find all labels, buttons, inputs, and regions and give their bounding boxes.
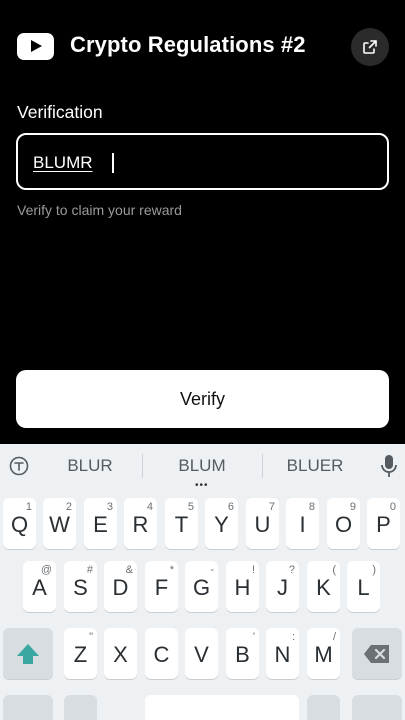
key-label: L [357, 575, 370, 600]
key-f[interactable]: * F [145, 561, 178, 612]
shift-arrow-icon [17, 644, 39, 664]
suggestion-2[interactable]: BLUM [152, 456, 252, 476]
key-c[interactable]: C [145, 628, 178, 679]
enter-key[interactable] [352, 695, 402, 720]
youtube-icon [17, 33, 54, 60]
backspace-key[interactable] [352, 628, 402, 679]
text-caret [112, 153, 114, 173]
microphone-icon[interactable] [380, 454, 398, 478]
symbols-key[interactable] [3, 695, 53, 720]
suggestion-divider [262, 454, 263, 478]
key-m[interactable]: / M [307, 628, 340, 679]
key-r[interactable]: 4R [124, 498, 157, 549]
key-label: H [234, 575, 251, 600]
suggestion-1[interactable]: BLUR [40, 456, 140, 476]
key-label: I [299, 512, 306, 537]
open-external-button[interactable] [351, 28, 389, 66]
key-label: S [73, 575, 88, 600]
key-label: X [113, 642, 128, 667]
key-l[interactable]: ) L [347, 561, 380, 612]
key-label: D [112, 575, 129, 600]
shift-key[interactable] [3, 628, 53, 679]
page-title: Crypto Regulations #2 [70, 32, 306, 57]
key-label: Z [73, 642, 88, 667]
key-label: K [316, 575, 331, 600]
suggestion-divider [142, 454, 143, 478]
key-g[interactable]: -G [185, 561, 218, 612]
key-label: O [334, 512, 353, 537]
key-w[interactable]: 2W [43, 498, 76, 549]
on-screen-keyboard: BLUR BLUM BLUER ••• 1Q 2W 3E 4R 5T 6Y 7U… [0, 444, 405, 720]
key-label: V [194, 642, 209, 667]
suggestion-3[interactable]: BLUER [265, 456, 365, 476]
key-x[interactable]: X [104, 628, 137, 679]
key-v[interactable]: V [185, 628, 218, 679]
keyboard-text-icon[interactable] [8, 455, 30, 477]
key-j[interactable]: ? J [266, 561, 299, 612]
key-a[interactable]: @ A [23, 561, 56, 612]
verification-label: Verification [17, 102, 103, 122]
key-label: A [32, 575, 47, 600]
external-link-icon [363, 40, 377, 54]
key-label: B [235, 642, 250, 667]
key-o[interactable]: 9O [327, 498, 360, 549]
backspace-icon [364, 645, 389, 663]
key-label: P [376, 512, 391, 537]
suggestion-bar: BLUR BLUM BLUER ••• [0, 444, 405, 491]
key-u[interactable]: 7U [246, 498, 279, 549]
key-e[interactable]: 3E [84, 498, 117, 549]
verification-hint: Verify to claim your reward [17, 202, 182, 218]
key-label: U [254, 512, 271, 537]
key-label: C [153, 642, 170, 667]
key-label: R [132, 512, 149, 537]
header: Crypto Regulations #2 [0, 0, 405, 94]
key-label: G [192, 575, 211, 600]
key-q[interactable]: 1Q [3, 498, 36, 549]
more-suggestions-icon[interactable]: ••• [195, 480, 209, 491]
period-key[interactable] [307, 695, 340, 720]
space-key[interactable] [145, 695, 299, 720]
emoji-key[interactable] [64, 695, 97, 720]
key-k[interactable]: (K [307, 561, 340, 612]
key-h[interactable]: ! H [226, 561, 259, 612]
key-label: Q [10, 512, 29, 537]
verification-input-value: BLUMR [33, 153, 93, 172]
key-label: Y [214, 512, 229, 537]
verification-input[interactable]: BLUMR [16, 133, 389, 190]
key-label: T [174, 512, 189, 537]
key-label: F [154, 575, 169, 600]
key-i[interactable]: 8I [286, 498, 319, 549]
key-label: W [49, 512, 70, 537]
key-p[interactable]: 0P [367, 498, 400, 549]
key-b[interactable]: ' B [226, 628, 259, 679]
key-t[interactable]: 5T [165, 498, 198, 549]
key-z[interactable]: " Z [64, 628, 97, 679]
key-s[interactable]: # S [64, 561, 97, 612]
key-label: M [314, 642, 333, 667]
verify-button[interactable]: Verify [16, 370, 389, 428]
key-label: E [93, 512, 108, 537]
key-y[interactable]: 6Y [205, 498, 238, 549]
key-label: N [274, 642, 291, 667]
key-d[interactable]: & D [104, 561, 137, 612]
key-label: J [277, 575, 288, 600]
key-n[interactable]: :N [266, 628, 299, 679]
